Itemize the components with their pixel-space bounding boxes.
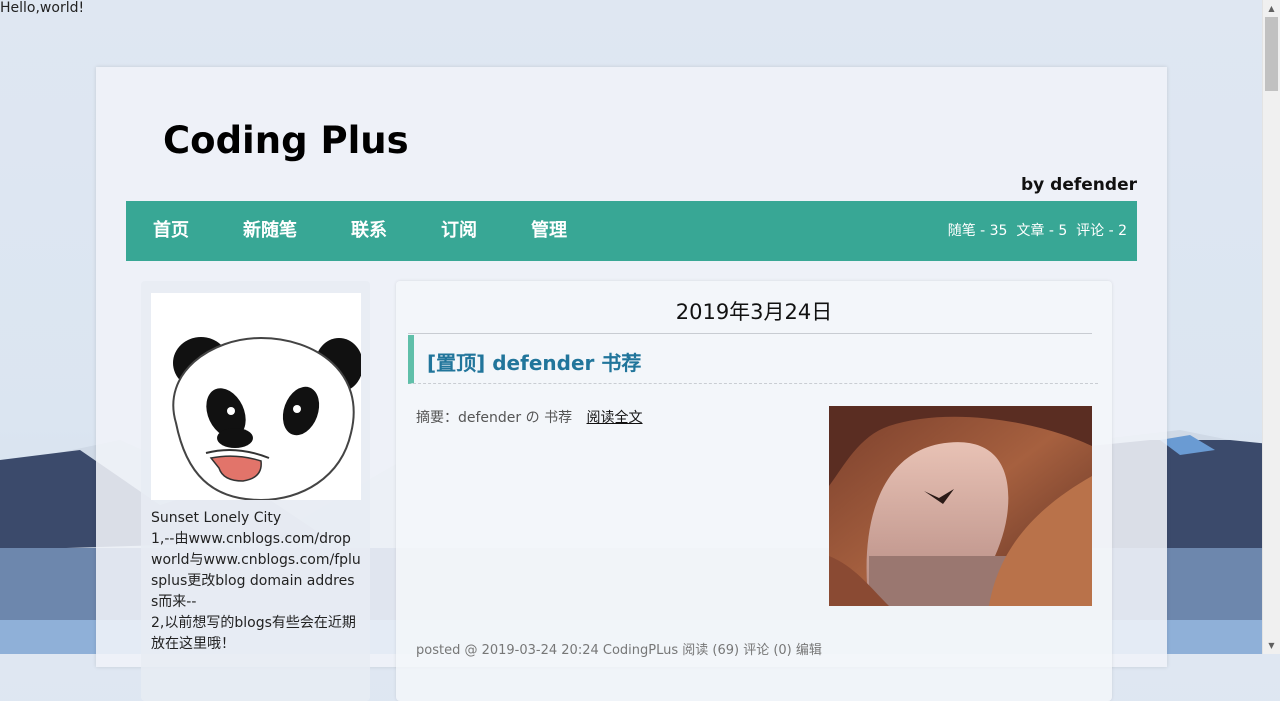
post-summary: 摘要：defender の 书荐 阅读全文 <box>416 407 643 427</box>
post-summary-text: 摘要：defender の 书荐 <box>416 410 573 426</box>
profile-line-2: 1,--由www.cnblogs.com/dropworld与www.cnblo… <box>151 531 361 610</box>
date-divider <box>408 333 1092 334</box>
nav-bar: 首页 新随笔 联系 订阅 管理 随笔 - 35 文章 - 5 评论 - 2 <box>126 201 1137 261</box>
post-date: 2019年3月24日 <box>675 300 833 324</box>
scroll-up-arrow-icon[interactable]: ▲ <box>1263 0 1280 17</box>
avatar <box>151 293 361 500</box>
post-title-bar: [置顶] defender 书荐 <box>408 335 1098 384</box>
nav-item-subscribe[interactable]: 订阅 <box>441 201 477 261</box>
blog-subtitle: by defender <box>1021 175 1137 195</box>
read-more-link[interactable]: 阅读全文 <box>587 410 643 426</box>
vertical-scrollbar[interactable]: ▲ ▼ <box>1262 0 1280 654</box>
post-thumbnail-image[interactable] <box>829 406 1092 606</box>
post-panel: 2019年3月24日 [置顶] defender 书荐 摘要：defender … <box>396 281 1112 701</box>
profile-description: Sunset Lonely City 1,--由www.cnblogs.com/… <box>151 508 361 655</box>
post-footer-meta: posted @ 2019-03-24 20:24 CodingPLus 阅读 … <box>416 643 822 658</box>
profile-line-1: Sunset Lonely City <box>151 510 282 526</box>
hello-text: Hello,world! <box>0 0 85 16</box>
post-title-link[interactable]: [置顶] defender 书荐 <box>427 347 641 376</box>
blog-stats: 随笔 - 35 文章 - 5 评论 - 2 <box>947 223 1127 239</box>
nav-item-contact[interactable]: 联系 <box>351 201 387 261</box>
sidebar: Sunset Lonely City 1,--由www.cnblogs.com/… <box>141 281 370 701</box>
profile-line-3: 2,以前想写的blogs有些会在近期放在这里哦！ <box>151 615 356 652</box>
blog-container: Coding Plus by defender 首页 新随笔 联系 订阅 管理 … <box>96 67 1167 701</box>
nav-item-home[interactable]: 首页 <box>153 201 189 261</box>
scroll-down-arrow-icon[interactable]: ▼ <box>1263 637 1280 654</box>
blog-title-link[interactable]: Coding Plus <box>163 119 409 162</box>
nav-item-manage[interactable]: 管理 <box>531 201 567 261</box>
nav-item-new-post[interactable]: 新随笔 <box>243 201 297 261</box>
scroll-thumb[interactable] <box>1265 17 1278 91</box>
